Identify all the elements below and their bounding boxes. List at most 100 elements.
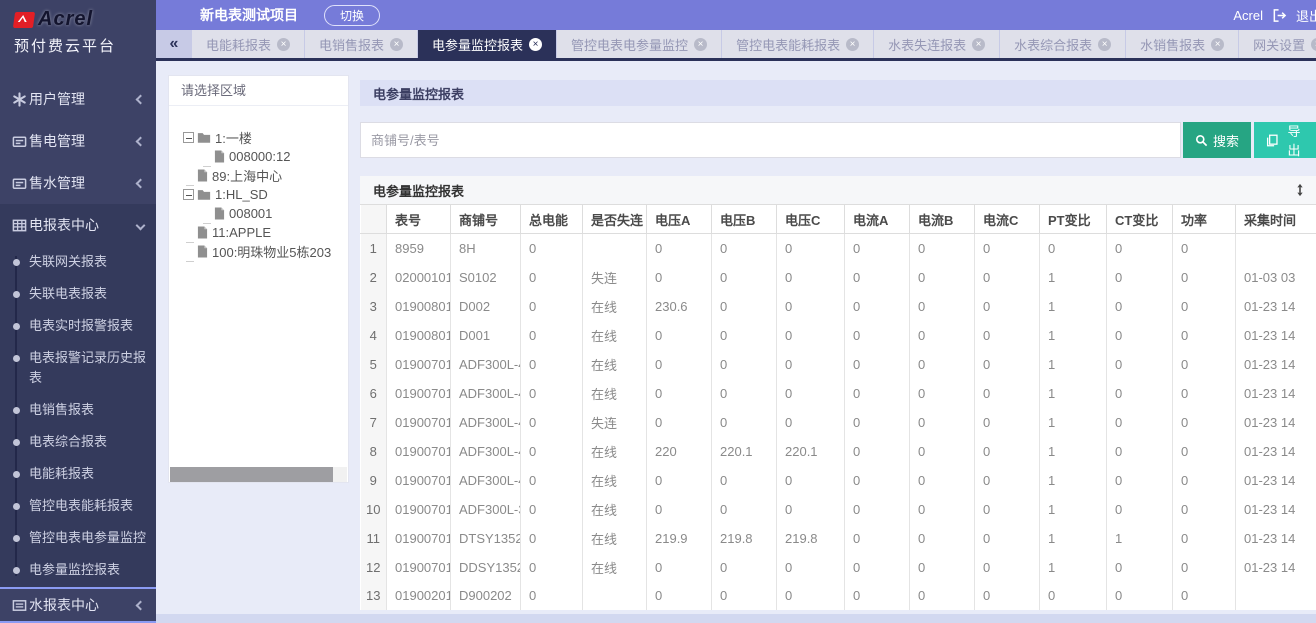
table-cell: 0 — [777, 466, 845, 495]
table-cell: 0 — [1173, 582, 1236, 611]
sidebar: Acrel 预付费云平台 用户管理售电管理售水管理电报表中心失联网关报表失联电表… — [0, 0, 156, 623]
column-header[interactable]: 采集时间 — [1236, 205, 1316, 234]
tree-node-0[interactable]: 1:一楼 — [183, 128, 348, 147]
tab-close-icon[interactable]: × — [972, 38, 985, 51]
table-cell: 在线 — [583, 321, 647, 350]
tree-expander-icon[interactable] — [183, 189, 194, 200]
table-row[interactable]: 11019007010DTSY13520在线219.9219.8219.8000… — [361, 524, 1316, 553]
column-header[interactable]: 电压A — [647, 205, 712, 234]
column-header[interactable]: 电流A — [845, 205, 910, 234]
table-row[interactable]: 2020001010S01020失连00000010001-03 03 — [361, 263, 1316, 292]
table-cell: 0 — [521, 292, 583, 321]
sidebar-item-0[interactable]: 用户管理 — [0, 78, 156, 120]
export-button[interactable]: 导出 — [1254, 122, 1316, 158]
table-cell: 0 — [1040, 582, 1107, 611]
tab-close-icon[interactable]: × — [390, 38, 403, 51]
table-row[interactable]: 189598H0000000000 — [361, 234, 1316, 263]
table-row[interactable]: 7019007012ADF300L-40失连00000010001-23 14 — [361, 408, 1316, 437]
sidebar-subitem-1[interactable]: 失联电表报表 — [15, 278, 156, 310]
column-header[interactable]: PT变比 — [1040, 205, 1107, 234]
table-row[interactable]: 13019002010D9002020000000000 — [361, 582, 1316, 611]
tree-node-5[interactable]: 11:APPLE — [183, 223, 348, 242]
tab-3[interactable]: 管控电表电参量监控× — [557, 30, 722, 58]
sidebar-item-2[interactable]: 售水管理 — [0, 162, 156, 204]
table-cell — [583, 582, 647, 611]
tree-node-2[interactable]: 89:上海中心 — [183, 166, 348, 185]
column-header[interactable]: 电流B — [910, 205, 975, 234]
tab-8[interactable]: 网关设置× — [1239, 30, 1316, 58]
tree-scrollbar-thumb[interactable] — [170, 467, 333, 482]
table-scroll-area[interactable]: 表号商铺号总电能是否失连电压A电压B电压C电流A电流B电流CPT变比CT变比功率… — [360, 204, 1316, 610]
column-header[interactable]: 电压C — [777, 205, 845, 234]
sidebar-item-label: 电报表中心 — [29, 215, 137, 235]
tab-0[interactable]: 电能耗报表× — [192, 30, 305, 58]
tab-4[interactable]: 管控电表能耗报表× — [722, 30, 874, 58]
sidebar-subitem-5[interactable]: 电表综合报表 — [15, 426, 156, 458]
tabs-scroll-left-icon[interactable]: « — [156, 30, 192, 58]
sidebar-submenu: 失联网关报表失联电表报表电表实时报警报表电表报警记录历史报表电销售报表电表综合报… — [15, 246, 156, 586]
tree-node-1[interactable]: 008000:12 — [183, 147, 348, 166]
table-row[interactable]: 6019007012ADF300L-40在线00000010001-23 14 — [361, 379, 1316, 408]
column-header[interactable]: 电压B — [712, 205, 777, 234]
tree-node-6[interactable]: 100:明珠物业5栋203 — [183, 242, 348, 261]
tree-node-label: 100:明珠物业5栋203 — [212, 242, 331, 261]
tree-expander-icon[interactable] — [183, 132, 194, 143]
tab-close-icon[interactable]: × — [846, 38, 859, 51]
column-header[interactable]: 电流C — [975, 205, 1040, 234]
tab-close-icon[interactable]: × — [1098, 38, 1111, 51]
tab-6[interactable]: 水表综合报表× — [1000, 30, 1126, 58]
sidebar-item-1[interactable]: 售电管理 — [0, 120, 156, 162]
sidebar-subitem-6[interactable]: 电能耗报表 — [15, 458, 156, 490]
row-number: 9 — [361, 466, 387, 495]
column-header[interactable]: 总电能 — [521, 205, 583, 234]
table-row[interactable]: 12019007010DDSY13520在线00000010001-23 14 — [361, 553, 1316, 582]
tree-node-4[interactable]: 008001 — [183, 204, 348, 223]
tab-close-icon[interactable]: × — [1211, 38, 1224, 51]
table-cell: 220 — [647, 437, 712, 466]
column-header[interactable]: 功率 — [1173, 205, 1236, 234]
sidebar-subitem-2[interactable]: 电表实时报警报表 — [15, 310, 156, 342]
table-cell: 0 — [1040, 234, 1107, 263]
logout-icon[interactable] — [1272, 8, 1287, 23]
sidebar-subitem-7[interactable]: 管控电表能耗报表 — [15, 490, 156, 522]
sidebar-subitem-8[interactable]: 管控电表电参量监控 — [15, 522, 156, 554]
tab-5[interactable]: 水表失连报表× — [874, 30, 1000, 58]
column-header[interactable]: 是否失连 — [583, 205, 647, 234]
refresh-icon[interactable] — [1294, 183, 1306, 197]
tab-7[interactable]: 水销售报表× — [1126, 30, 1239, 58]
column-header[interactable]: 商铺号 — [451, 205, 521, 234]
table-row[interactable]: 4019008010D0010在线00000010001-23 14 — [361, 321, 1316, 350]
table-row[interactable]: 10019007012ADF300L-30在线00000010001-23 14 — [361, 495, 1316, 524]
tab-close-icon[interactable]: × — [694, 38, 707, 51]
tab-1[interactable]: 电销售报表× — [305, 30, 418, 58]
logout-label[interactable]: 退出 — [1296, 6, 1316, 25]
sidebar-subitem-4[interactable]: 电销售报表 — [15, 394, 156, 426]
table-cell: 01-23 14 — [1236, 408, 1316, 437]
table-row[interactable]: 9019007012ADF300L-40在线00000010001-23 14 — [361, 466, 1316, 495]
search-button[interactable]: 搜索 — [1183, 122, 1251, 158]
sidebar-subitem-9[interactable]: 电参量监控报表 — [15, 554, 156, 586]
table-cell: 0 — [1173, 553, 1236, 582]
search-input[interactable] — [360, 122, 1181, 158]
sidebar-subitem-3[interactable]: 电表报警记录历史报表 — [15, 342, 156, 394]
table-cell: 220.1 — [712, 437, 777, 466]
table-cell: 019008010 — [387, 292, 451, 321]
column-header[interactable]: CT变比 — [1107, 205, 1173, 234]
table-row[interactable]: 3019008010D0020在线230.60000010001-23 14 — [361, 292, 1316, 321]
tab-close-icon[interactable]: × — [1311, 38, 1316, 51]
page-bottom-scrollbar[interactable] — [156, 614, 1316, 623]
sidebar-item-3[interactable]: 电报表中心 — [0, 204, 156, 246]
username[interactable]: Acrel — [1233, 8, 1263, 23]
column-header[interactable] — [361, 205, 387, 234]
switch-project-button[interactable]: 切换 — [324, 5, 380, 26]
table-row[interactable]: 8019007012ADF300L-40在线220220.1220.100010… — [361, 437, 1316, 466]
tab-close-icon[interactable]: × — [277, 38, 290, 51]
table-row[interactable]: 5019007013ADF300L-40在线00000010001-23 14 — [361, 350, 1316, 379]
column-header[interactable]: 表号 — [387, 205, 451, 234]
tab-2[interactable]: 电参量监控报表× — [418, 30, 557, 58]
tree-horizontal-scrollbar[interactable] — [170, 467, 347, 482]
sidebar-item-4[interactable]: 水报表中心 — [0, 587, 156, 623]
tab-close-icon[interactable]: × — [529, 38, 542, 51]
tree-node-3[interactable]: 1:HL_SD — [183, 185, 348, 204]
sidebar-subitem-0[interactable]: 失联网关报表 — [15, 246, 156, 278]
